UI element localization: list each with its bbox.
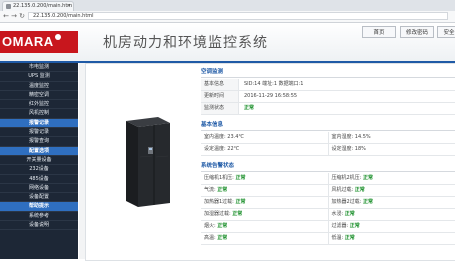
url-field[interactable]: 22.135.0.200/main.html [28, 12, 448, 20]
sidebar-section-alarm: 报警记录 [0, 119, 78, 128]
alarm-status: 正常 [217, 235, 227, 241]
alarm-section-title: 系统告警状态 [201, 162, 455, 172]
alarm-status: 正常 [217, 223, 227, 229]
row-value: 2016-11-29 16:58:55 [239, 91, 455, 102]
alarm-status: 正常 [363, 199, 373, 205]
ac-cabinet-image [120, 117, 172, 207]
change-password-button[interactable]: 修改密码 [400, 26, 434, 38]
set-humidity: 设定湿度: 18% [329, 144, 455, 155]
alarm-label: 加湿器过载: [204, 211, 231, 217]
alarm-status: 正常 [235, 199, 245, 205]
main-content: 空调监测 基本信息 SID:14 端址:1 数据端口:1 更新时间 2016-1… [79, 63, 455, 259]
alarm-label: 烟火: [204, 223, 216, 229]
sidebar-item-device-manual[interactable]: 设备说明 [0, 221, 78, 230]
alarm-cell: 压缩机2机压: 正常 [329, 173, 455, 184]
alarm-label: 压缩机1机压: [204, 175, 234, 181]
brand-logo: OMARA [0, 31, 78, 53]
row-value: SID:14 端址:1 数据端口:1 [239, 79, 455, 90]
close-tab-icon[interactable]: × [67, 2, 71, 11]
alarm-cell: 过滤器: 正常 [329, 221, 455, 232]
row-key: 监测状态 [201, 103, 239, 114]
alarm-cell: 加湿器过载: 正常 [201, 209, 329, 220]
security-button[interactable]: 安全 [437, 26, 455, 38]
alarm-cell: 加热器2过载: 正常 [329, 197, 455, 208]
address-bar: ← → ↻ 22.135.0.200/main.html [0, 11, 455, 23]
alarm-row: 高温: 正常 低温: 正常 [201, 233, 455, 245]
page-favicon-icon [6, 4, 11, 9]
alarm-cell: 烟火: 正常 [201, 221, 329, 232]
alarm-label: 低温: [332, 235, 344, 241]
alarm-status: 正常 [350, 223, 360, 229]
info-row: 监测状态 正常 [201, 103, 455, 115]
sidebar-item-alarm-records[interactable]: 报警记录 [0, 128, 78, 137]
app-header: OMARA 机房动力和环境监控系统 首页 修改密码 安全 [0, 23, 455, 63]
info-row: 更新时间 2016-11-29 16:58:55 [201, 91, 455, 103]
sidebar-item-temperature[interactable]: 温度监控 [0, 82, 78, 91]
sidebar-nav: 市电监测 UPS 监测 温度监控 精密空调 红外监控 风机控制 报警记录 报警记… [0, 63, 78, 259]
alarm-status: 正常 [217, 187, 227, 193]
sidebar-section-help: 帮助提示 [0, 202, 78, 211]
alarm-status: 正常 [235, 175, 245, 181]
sidebar-item-485-devices[interactable]: 485设备 [0, 175, 78, 184]
row-key: 更新时间 [201, 91, 239, 102]
alarm-status: 正常 [345, 235, 355, 241]
sidebar-item-network-devices[interactable]: 网络设备 [0, 184, 78, 193]
row-key: 基本信息 [201, 79, 239, 90]
basic-row: 室内温度: 23.4℃ 室内湿度: 14.5% [201, 132, 455, 144]
alarm-row: 加热器1过载: 正常 加热器2过载: 正常 [201, 197, 455, 209]
site-title: 机房动力和环境监控系统 [103, 32, 268, 52]
status-value: 正常 [239, 103, 455, 114]
alarm-label: 水浸: [332, 211, 344, 217]
tab-title: 22.135.0.200/main.htm [13, 3, 72, 9]
monitor-section-title: 空调监测 [201, 68, 455, 78]
alarm-status: 正常 [345, 211, 355, 217]
alarm-row: 气流: 正常 风机过载: 正常 [201, 185, 455, 197]
sidebar-item-fan-control[interactable]: 风机控制 [0, 109, 78, 118]
alarm-cell: 气流: 正常 [201, 185, 329, 196]
sidebar-item-232-devices[interactable]: 232设备 [0, 165, 78, 174]
sidebar-item-alarm-query[interactable]: 报警查询 [0, 137, 78, 146]
sidebar-item-precision-ac[interactable]: 精密空调 [0, 91, 78, 100]
home-button[interactable]: 首页 [362, 26, 396, 38]
logo-mark-icon [55, 34, 61, 40]
alarm-cell: 加热器1过载: 正常 [201, 197, 329, 208]
indoor-humidity: 室内湿度: 14.5% [329, 132, 455, 143]
basic-section-title: 基本信息 [201, 121, 455, 131]
sidebar-item-infrared[interactable]: 红外监控 [0, 100, 78, 109]
alarm-row: 加湿器过载: 正常 水浸: 正常 [201, 209, 455, 221]
ac-info-panel: 空调监测 基本信息 SID:14 端址:1 数据端口:1 更新时间 2016-1… [201, 68, 455, 245]
alarm-row: 烟火: 正常 过滤器: 正常 [201, 221, 455, 233]
alarm-label: 气流: [204, 187, 216, 193]
alarm-status: 正常 [355, 187, 365, 193]
back-arrow-icon[interactable]: ← [2, 12, 10, 20]
basic-row: 设定温度: 22℃ 设定湿度: 18% [201, 144, 455, 156]
set-temperature: 设定温度: 22℃ [201, 144, 329, 155]
alarm-cell: 高温: 正常 [201, 233, 329, 244]
alarm-label: 高温: [204, 235, 216, 241]
alarm-label: 压缩机2机压: [332, 175, 362, 181]
alarm-cell: 水浸: 正常 [329, 209, 455, 220]
alarm-status: 正常 [363, 175, 373, 181]
alarm-label: 加热器1过载: [204, 199, 234, 205]
alarm-label: 过滤器: [332, 223, 349, 229]
forward-arrow-icon[interactable]: → [10, 12, 18, 20]
alarm-status: 正常 [232, 211, 242, 217]
sidebar-item-switch-devices[interactable]: 开关量设备 [0, 156, 78, 165]
indoor-temperature: 室内温度: 23.4℃ [201, 132, 329, 143]
alarm-label: 风机过载: [332, 187, 354, 193]
alarm-cell: 低温: 正常 [329, 233, 455, 244]
sidebar-item-system-reference[interactable]: 系统参考 [0, 212, 78, 221]
ac-detail-card: 空调监测 基本信息 SID:14 端址:1 数据端口:1 更新时间 2016-1… [85, 63, 455, 261]
sidebar-item-device-config[interactable]: 设备配置 [0, 193, 78, 202]
browser-tab[interactable]: 22.135.0.200/main.htm × [2, 1, 74, 11]
sidebar-item-ups-monitor[interactable]: UPS 监测 [0, 72, 78, 81]
info-row: 基本信息 SID:14 端址:1 数据端口:1 [201, 79, 455, 91]
alarm-label: 加热器2过载: [332, 199, 362, 205]
alarm-cell: 压缩机1机压: 正常 [201, 173, 329, 184]
alarm-row: 压缩机1机压: 正常 压缩机2机压: 正常 [201, 173, 455, 185]
sidebar-item-mains-monitor[interactable]: 市电监测 [0, 63, 78, 72]
sidebar-section-config: 配置选项 [0, 147, 78, 156]
alarm-cell: 风机过载: 正常 [329, 185, 455, 196]
reload-icon[interactable]: ↻ [18, 12, 26, 20]
